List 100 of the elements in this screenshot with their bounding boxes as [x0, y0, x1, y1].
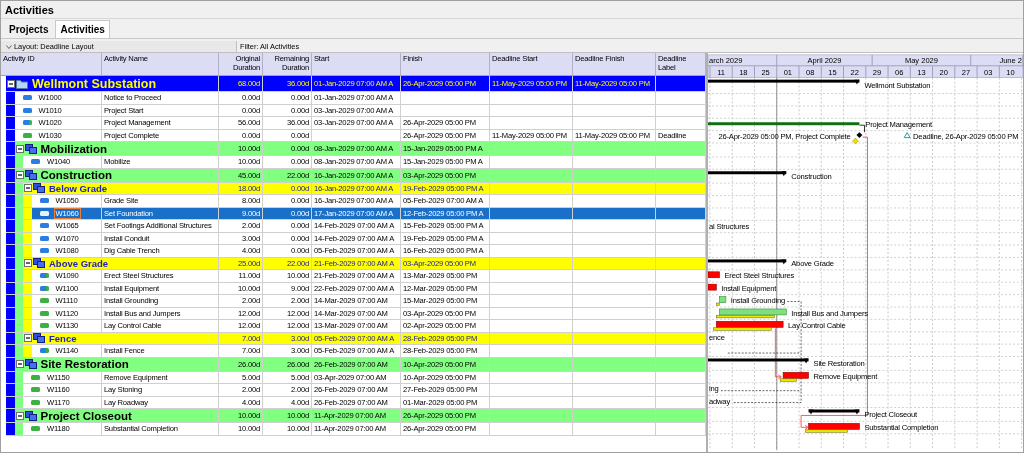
critical-bar — [808, 423, 860, 430]
level-strip — [23, 232, 32, 244]
level-strip — [6, 307, 15, 319]
table-cell — [656, 156, 706, 169]
stacked-squares-icon — [33, 183, 45, 194]
table-cell — [656, 345, 706, 358]
table-cell — [656, 104, 706, 117]
collapse-toggle[interactable] — [24, 334, 32, 343]
level-strip — [14, 207, 23, 219]
table-cell — [656, 232, 706, 245]
table-cell — [656, 282, 706, 295]
collapse-toggle[interactable] — [15, 411, 24, 420]
level-strip — [6, 384, 15, 396]
level-strip — [14, 332, 23, 344]
table-cell — [656, 371, 706, 384]
level-strip — [14, 384, 23, 396]
level-strip — [6, 295, 15, 307]
level-strip — [23, 307, 32, 319]
table-cell — [656, 117, 706, 130]
folder-icon — [16, 78, 28, 89]
summary-bar — [808, 409, 860, 415]
level-strip — [14, 257, 23, 269]
activity-bar — [719, 308, 787, 316]
level-strip — [14, 282, 23, 294]
table-cell — [656, 245, 706, 258]
level-strip — [14, 232, 23, 244]
level-strip — [6, 357, 15, 371]
window-title: Activities — [1, 1, 1023, 19]
milestone-diamond — [856, 132, 863, 139]
level-strip — [6, 220, 15, 232]
deadline-marker — [903, 132, 911, 139]
wbs-name: Wellmont Substation — [32, 76, 157, 91]
tab[interactable]: Activities — [55, 20, 110, 38]
level-strip — [6, 423, 15, 435]
collapse-toggle[interactable] — [15, 171, 24, 179]
wbs-name: Fence — [49, 332, 77, 344]
collapse-toggle[interactable] — [24, 184, 32, 193]
wbs-name: Project Closeout — [40, 409, 132, 422]
wbs-name: Construction — [40, 169, 113, 181]
level-strip — [14, 245, 23, 257]
collapse-toggle[interactable] — [24, 259, 32, 268]
table-cell — [656, 195, 706, 208]
stacked-squares-icon — [33, 258, 45, 269]
wbs-name: Site Restoration — [40, 358, 129, 370]
chevron-down-icon — [6, 44, 12, 49]
level-strip — [23, 295, 32, 307]
level-strip — [6, 409, 15, 422]
level-strip — [6, 320, 15, 332]
critical-bar — [782, 372, 809, 379]
table-cell — [656, 307, 706, 320]
table-cell — [656, 270, 706, 283]
level-strip — [14, 220, 23, 232]
level-strip — [6, 104, 15, 116]
level-strip — [6, 142, 15, 155]
level-strip — [14, 295, 23, 307]
stacked-squares-icon — [24, 143, 37, 154]
level-strip — [6, 182, 15, 194]
critical-bar — [708, 271, 720, 279]
stacked-squares-icon — [24, 410, 37, 421]
level-strip — [6, 245, 15, 257]
level-strip — [23, 220, 32, 232]
level-strip — [6, 117, 15, 129]
stacked-squares-icon — [24, 170, 37, 180]
level-strip — [6, 270, 15, 282]
table-cell — [656, 423, 706, 436]
table-cell — [656, 320, 706, 333]
level-strip — [6, 168, 15, 182]
level-strip — [6, 257, 15, 269]
stacked-squares-icon — [24, 359, 37, 369]
level-strip — [14, 320, 23, 332]
table-cell — [656, 142, 706, 156]
wbs-name: Below Grade — [49, 182, 108, 194]
level-strip — [6, 332, 15, 344]
level-strip — [14, 307, 23, 319]
level-strip — [23, 207, 32, 219]
collapse-toggle[interactable] — [15, 144, 24, 153]
activity-bar — [719, 296, 727, 303]
level-strip — [6, 129, 15, 141]
level-strip — [6, 207, 15, 219]
relationship-line — [859, 124, 865, 133]
level-strip — [6, 371, 15, 383]
level-strip — [6, 156, 15, 168]
level-strip — [14, 270, 23, 282]
critical-bar — [708, 283, 717, 291]
table-cell — [656, 409, 706, 423]
stacked-squares-icon — [33, 333, 45, 344]
level-strip — [14, 195, 23, 207]
level-strip — [6, 282, 15, 294]
level-strip — [6, 396, 15, 408]
table-cell — [656, 220, 706, 233]
table-cell — [656, 92, 706, 105]
critical-bar — [716, 321, 784, 328]
level-strip — [6, 232, 15, 244]
collapse-toggle[interactable] — [7, 79, 15, 88]
wbs-name: Above Grade — [49, 257, 109, 269]
table-cell — [656, 384, 706, 397]
wbs-name: Mobilization — [40, 142, 107, 155]
level-strip — [6, 345, 15, 357]
collapse-toggle[interactable] — [15, 360, 24, 368]
table-cell — [656, 76, 706, 92]
